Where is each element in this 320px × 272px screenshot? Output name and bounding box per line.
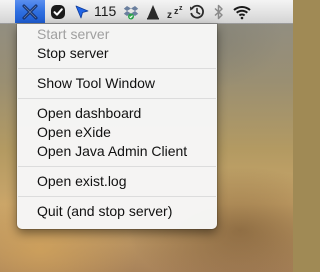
cursor-count: 115 <box>94 3 117 19</box>
checkmark-shield-icon[interactable] <box>47 0 69 23</box>
svg-text:z: z <box>167 10 172 20</box>
menu-separator <box>18 166 216 167</box>
sleep-zzz-icon[interactable]: z z z <box>164 0 186 23</box>
show-tool-window-menu-item[interactable]: Show Tool Window <box>17 74 217 93</box>
cursor-arrow-icon[interactable] <box>72 0 92 23</box>
exist-db-icon[interactable] <box>15 0 45 23</box>
open-exist-log-menu-item[interactable]: Open exist.log <box>17 172 217 191</box>
menu-separator <box>18 196 216 197</box>
wifi-icon[interactable] <box>230 0 254 23</box>
menu-separator <box>18 68 216 69</box>
open-java-admin-client-menu-item[interactable]: Open Java Admin Client <box>17 142 217 161</box>
exist-status-menu: Start server Stop server Show Tool Windo… <box>17 24 217 229</box>
quit-menu-item[interactable]: Quit (and stop server) <box>17 202 217 221</box>
start-server-menu-item: Start server <box>37 26 110 42</box>
menu-separator <box>18 98 216 99</box>
svg-text:z: z <box>179 5 183 12</box>
stop-server-menu-item[interactable]: Stop server <box>17 44 217 63</box>
bluetooth-icon[interactable] <box>208 0 230 23</box>
time-machine-icon[interactable] <box>186 0 208 23</box>
dropbox-icon[interactable] <box>120 0 142 23</box>
open-dashboard-menu-item[interactable]: Open dashboard <box>17 104 217 123</box>
alert-icon[interactable] <box>142 0 164 23</box>
open-exide-menu-item[interactable]: Open eXide <box>17 123 217 142</box>
menu-bar: 115 z z z <box>0 0 293 24</box>
